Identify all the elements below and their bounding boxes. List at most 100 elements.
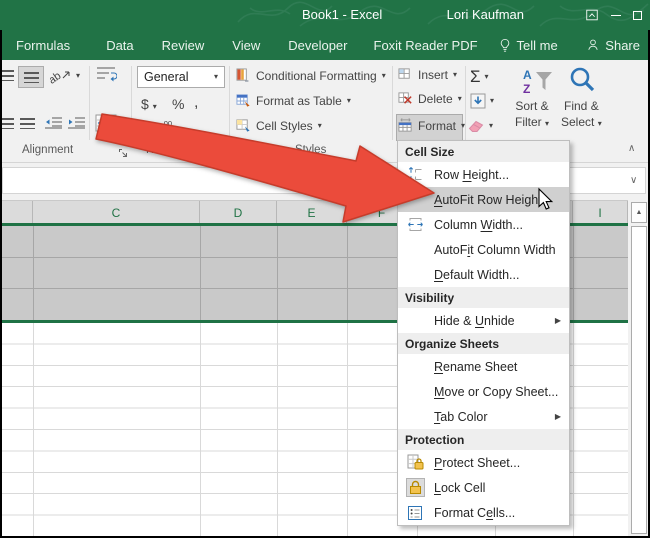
menu-item-label: Hide & Unhide [434, 314, 515, 328]
alignment-group-label: Alignment [22, 144, 73, 156]
tab-formulas[interactable]: Formulas [16, 38, 70, 53]
cell-styles-button[interactable]: Cell Styles ▾ [236, 118, 322, 133]
menu-section-protection: Protection [398, 429, 569, 450]
alignment-inner-separator [89, 66, 90, 140]
menu-item-label: Lock Cell [434, 481, 485, 495]
menu-item-row-height[interactable]: Row Height... [398, 162, 569, 187]
format-label: Format [418, 119, 456, 133]
sort-filter-button[interactable]: A Z [521, 66, 555, 101]
autosum-sigma-icon: Σ [470, 68, 481, 85]
number-group-label: Number [146, 144, 187, 156]
sort-filter-label[interactable]: Sort & Filter ▾ [515, 98, 549, 130]
find-select-label[interactable]: Find & Select ▾ [561, 98, 602, 130]
align-top-button[interactable] [2, 70, 14, 81]
format-as-table-caret: ▾ [347, 97, 351, 105]
format-dropdown-menu: Cell SizeRow Height...AutoFit Row Height… [397, 140, 570, 526]
orientation-icon: ab [50, 68, 72, 84]
format-cells-ribbon-icon [398, 118, 413, 133]
fill-button[interactable]: ▾ [470, 93, 494, 109]
insert-cells-button[interactable]: Insert ▾ [398, 67, 457, 82]
tab-view[interactable]: View [232, 38, 260, 53]
format-as-table-label: Format as Table [256, 94, 342, 108]
increase-decimal-button[interactable]: ←.000 [136, 120, 150, 137]
delete-label: Delete [418, 92, 453, 106]
increase-indent-button[interactable] [67, 116, 86, 135]
tab-foxit-reader-pdf[interactable]: Foxit Reader PDF [374, 38, 478, 53]
ribbon-tab-bar: Formulas Data Review View Developer Foxit Rea… [0, 30, 650, 60]
tab-tell-me[interactable]: Tell me [498, 38, 558, 53]
decrease-indent-button[interactable] [44, 116, 63, 135]
conditional-formatting-button[interactable]: ₌ Conditional Formatting ▾ [236, 68, 386, 83]
align-middle-button[interactable] [18, 66, 44, 88]
tab-label: Share [605, 38, 640, 53]
menu-item-label: Move or Copy Sheet... [434, 385, 558, 399]
insert-cells-icon [398, 67, 413, 82]
column-header-I[interactable]: I [573, 201, 628, 224]
submenu-arrow-icon: ▶ [555, 316, 561, 325]
menu-item-hide-unhide[interactable]: Hide & Unhide ▶ [398, 308, 569, 333]
number-format-value: General [144, 70, 188, 84]
align-left-button[interactable] [2, 118, 14, 129]
merge-center-button[interactable]: ▾ [95, 114, 125, 132]
column-header-partial[interactable] [0, 201, 33, 224]
scroll-up-button[interactable]: ▲ [631, 202, 647, 223]
close-button[interactable]: ✕ [643, 4, 650, 26]
protect-sheet-icon [405, 453, 425, 473]
conditional-formatting-caret: ▾ [382, 72, 386, 80]
alignment-dialog-launcher[interactable] [118, 146, 129, 164]
orientation-button[interactable]: ab ▾ [50, 68, 80, 84]
maximize-icon [633, 11, 642, 20]
vertical-scrollbar: ▲ [629, 200, 648, 536]
collapse-ribbon-button[interactable]: ∧ [628, 144, 635, 154]
tab-label: Foxit Reader PDF [374, 38, 478, 53]
tab-share[interactable]: Share [586, 38, 640, 53]
excel-window: Book1 - Excel Lori Kaufman ✕ FormulasDat… [0, 0, 650, 538]
number-format-dropdown[interactable]: General ▾ [137, 66, 225, 88]
menu-item-move-or-copy-sheet[interactable]: Move or Copy Sheet... [398, 379, 569, 404]
menu-item-autofit-column-width[interactable]: AutoFit Column Width [398, 237, 569, 262]
column-header-C[interactable]: C [33, 201, 200, 224]
tab-review[interactable]: Review [162, 38, 205, 53]
align-middle-icon [24, 72, 39, 83]
tab-data[interactable]: Data [106, 38, 133, 53]
clear-button[interactable]: ▾ [468, 119, 493, 132]
decrease-decimal-button[interactable]: .00→.0 [160, 120, 174, 137]
expand-formula-bar-button[interactable]: ∨ [630, 176, 637, 186]
menu-item-default-width[interactable]: Default Width... [398, 262, 569, 287]
orientation-dropdown-caret: ▾ [76, 72, 80, 80]
accounting-format-button[interactable]: $ ▾ [141, 96, 157, 112]
wrap-text-icon [95, 65, 117, 83]
tab-developer[interactable]: Developer [288, 38, 347, 53]
tab-label: View [232, 38, 260, 53]
svg-text:Z: Z [523, 82, 530, 96]
number-format-caret: ▾ [214, 73, 218, 81]
window-title: Book1 - Excel [302, 7, 382, 22]
menu-item-column-width[interactable]: Column Width... [398, 212, 569, 237]
menu-item-protect-sheet[interactable]: Protect Sheet... [398, 450, 569, 475]
menu-item-rename-sheet[interactable]: Rename Sheet [398, 354, 569, 379]
autosum-button[interactable]: Σ ▾ [470, 68, 489, 85]
find-select-magnifier-icon [567, 65, 597, 95]
ribbon-display-options-button[interactable] [581, 4, 603, 26]
cell-styles-icon [236, 118, 251, 133]
column-header-D[interactable]: D [200, 201, 277, 224]
format-button[interactable]: Format ▾ [398, 118, 465, 133]
menu-item-tab-color[interactable]: Tab Color▶ [398, 404, 569, 429]
minimize-button[interactable] [605, 4, 627, 26]
svg-text:ab: ab [50, 70, 63, 84]
group-separator-3 [392, 66, 393, 140]
menu-item-lock-cell[interactable]: Lock Cell [398, 475, 569, 500]
align-center-button[interactable] [20, 118, 35, 129]
scrollbar-thumb[interactable] [631, 226, 647, 534]
column-width-icon [405, 215, 425, 235]
delete-cells-button[interactable]: Delete ▾ [398, 91, 462, 106]
wrap-text-button[interactable] [95, 65, 117, 88]
percent-style-button[interactable]: % [172, 96, 184, 112]
menu-item-format-cells[interactable]: Format Cells... [398, 500, 569, 525]
menu-item-autofit-row-height[interactable]: AutoFit Row Height [398, 187, 569, 212]
comma-style-button[interactable]: , [194, 94, 198, 112]
svg-text:A: A [523, 68, 532, 82]
find-select-button[interactable] [567, 65, 597, 100]
format-as-table-button[interactable]: Format as Table ▾ [236, 93, 351, 108]
column-header-E[interactable]: E [277, 201, 347, 224]
